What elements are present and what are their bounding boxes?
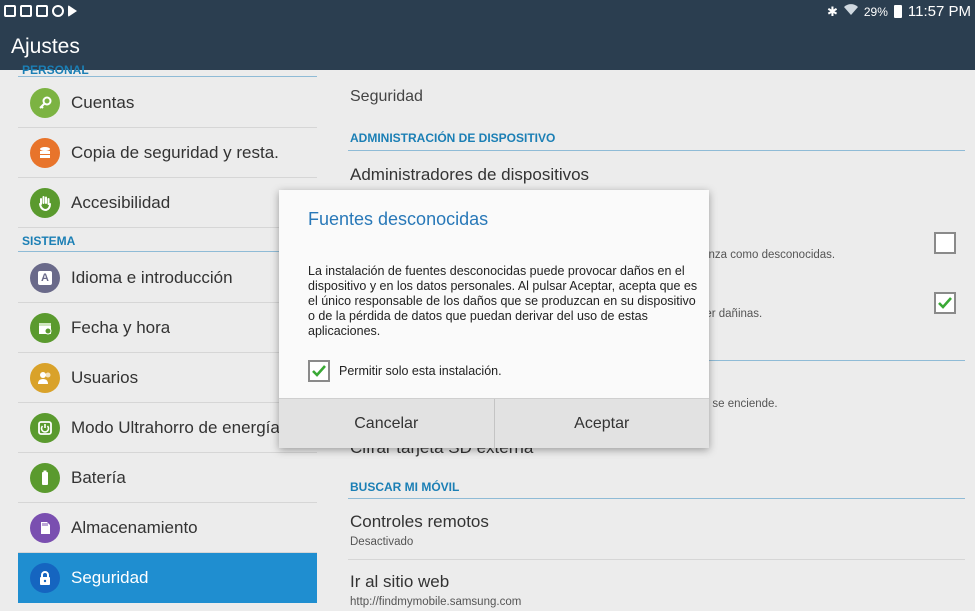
sidebar-item-label: Fecha y hora (71, 317, 171, 337)
unknown-sources-checkbox[interactable] (934, 232, 956, 254)
hand-icon (30, 187, 60, 218)
status-indicators: ✱ 29% 11:57 PM (827, 3, 971, 20)
remote-controls-title[interactable]: Controles remotos (350, 512, 489, 532)
power-saving-icon (30, 412, 60, 443)
notification-icon (36, 5, 48, 17)
key-icon (30, 87, 60, 118)
battery-percent: 29% (863, 4, 888, 19)
clock: 11:57 PM (907, 3, 971, 20)
dialog-buttons: Cancelar Aceptar (279, 398, 709, 448)
sidebar-item-label: Seguridad (71, 568, 149, 587)
website-title[interactable]: Ir al sitio web (350, 572, 449, 592)
storage-icon (30, 512, 60, 543)
allow-once-option[interactable]: Permitir solo esta instalación. (308, 360, 502, 382)
play-store-notification-icon (68, 5, 77, 17)
users-icon (30, 362, 60, 393)
sidebar-item-label: Idioma e introducción (71, 267, 233, 287)
website-url: http://findmymobile.samsung.com (350, 596, 522, 608)
page-title: Seguridad (350, 88, 423, 105)
section-header-find-mobile: BUSCAR MI MÓVIL (350, 480, 460, 494)
sidebar-item-almacenamiento[interactable]: Almacenamiento (18, 503, 317, 553)
sync-notification-icon (52, 5, 64, 17)
section-header-sistema: SISTEMA (22, 234, 76, 248)
sidebar-item-cuentas[interactable]: Cuentas (18, 78, 317, 128)
app-title: Ajustes (11, 35, 80, 58)
battery-icon (893, 5, 902, 18)
list-divider (348, 559, 965, 560)
notification-icons (4, 5, 77, 17)
lock-icon (30, 563, 60, 593)
remote-controls-status: Desactivado (350, 536, 414, 548)
dialog-title: Fuentes desconocidas (308, 209, 489, 229)
section-divider (348, 150, 965, 151)
section-divider (348, 498, 965, 499)
sidebar-item-bateria[interactable]: Batería (18, 453, 317, 503)
action-bar: Ajustes (0, 24, 975, 70)
battery-icon (30, 462, 60, 493)
sidebar-item-label: Batería (71, 467, 126, 487)
sidebar-item-ultrahorro[interactable]: Modo Ultrahorro de energía (18, 403, 317, 453)
checkmark-icon (938, 297, 952, 309)
bluetooth-icon: ✱ (826, 3, 838, 19)
sidebar-item-label: Copia de seguridad y resta. (71, 142, 279, 162)
section-header-personal: PERSONAL (22, 63, 89, 77)
section-divider (18, 76, 317, 77)
sidebar-item-fecha-hora[interactable]: Fecha y hora (18, 303, 317, 353)
sidebar-item-label: Cuentas (71, 92, 135, 112)
calendar-icon (30, 312, 60, 343)
sidebar-item-label: Modo Ultrahorro de energía (71, 417, 280, 437)
notification-icon (20, 5, 32, 17)
dialog-message: La instalación de fuentes desconocidas p… (308, 264, 698, 338)
section-divider (18, 251, 317, 252)
cancel-button[interactable]: Cancelar (279, 399, 494, 448)
allow-once-label: Permitir solo esta instalación. (339, 364, 502, 378)
sidebar-item-label: Accesibilidad (71, 192, 171, 212)
accept-button[interactable]: Aceptar (493, 399, 710, 448)
section-header-device-admin: ADMINISTRACIÓN DE DISPOSITIVO (350, 131, 556, 145)
sidebar-item-label: Almacenamiento (71, 517, 198, 537)
allow-once-checkbox[interactable] (308, 360, 330, 382)
sidebar-item-usuarios[interactable]: Usuarios (18, 353, 317, 403)
checkmark-icon (312, 365, 326, 377)
wifi-icon (843, 4, 858, 19)
status-bar: ✱ 29% 11:57 PM (0, 0, 975, 24)
device-admins-title[interactable]: Administradores de dispositivos (350, 165, 589, 185)
sidebar-item-idioma[interactable]: A Idioma e introducción (18, 253, 317, 303)
language-icon: A (30, 262, 60, 293)
unknown-sources-dialog: Fuentes desconocidas La instalación de f… (279, 190, 709, 448)
sidebar-item-seguridad[interactable]: Seguridad (18, 553, 317, 603)
sidebar-item-backup[interactable]: Copia de seguridad y resta. (18, 128, 317, 178)
sidebar-item-label: Usuarios (71, 367, 139, 387)
backup-icon (30, 137, 60, 168)
verify-apps-checkbox[interactable] (934, 292, 956, 314)
screenshot-notification-icon (4, 5, 16, 17)
sidebar-item-accesibilidad[interactable]: Accesibilidad (18, 178, 317, 228)
unknown-sources-description: nfianza como desconocidas. (690, 249, 836, 261)
